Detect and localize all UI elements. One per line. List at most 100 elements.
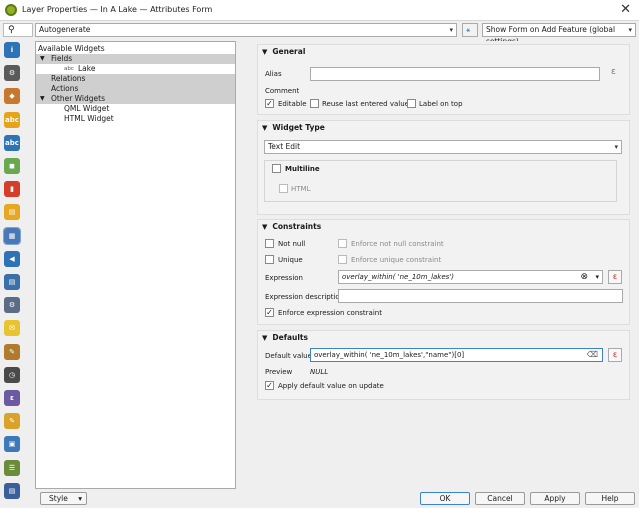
tree-item-other-widgets[interactable]: ▼ Other Widgets <box>36 94 235 104</box>
chevron-down-icon: ▾ <box>78 494 82 503</box>
fields-icon[interactable]: ▤ <box>4 204 20 221</box>
editable-checkbox[interactable]: ✓ <box>265 99 274 108</box>
diagrams-icon[interactable]: ▮ <box>4 181 20 198</box>
label-on-top-checkbox[interactable] <box>407 99 416 108</box>
multiline-label: Multiline <box>285 165 320 173</box>
collapse-icon: ▼ <box>262 48 268 56</box>
alias-label: Alias <box>265 70 282 78</box>
3d-view-icon[interactable]: ◼ <box>4 158 20 174</box>
clear-icon[interactable]: ⊗ <box>580 271 588 283</box>
cancel-button[interactable]: Cancel <box>475 492 525 505</box>
form-suppress-combo[interactable]: Show Form on Add Feature (global setting… <box>482 23 636 46</box>
tree-item-fields-label: Fields <box>51 54 73 63</box>
enforce-not-null-checkbox[interactable] <box>338 239 347 248</box>
attributes-form-icon[interactable]: ▦ <box>3 226 21 245</box>
legend-icon[interactable]: ☰ <box>4 459 20 476</box>
available-widgets-tree[interactable]: Available Widgets ▼ Fields abc Lake Rela… <box>35 41 236 489</box>
tree-item-relations-label: Relations <box>51 74 86 83</box>
label-on-top-label: Label on top <box>419 100 463 108</box>
constraint-expression-value: overlay_within( 'ne_10m_lakes') <box>342 273 454 281</box>
expression-label: Expression <box>265 274 303 282</box>
enforce-unique-checkbox[interactable] <box>338 255 347 264</box>
python-init-button[interactable]: ⚹ <box>462 23 478 37</box>
information-icon[interactable]: i <box>4 42 20 58</box>
display-icon[interactable]: ✉ <box>4 320 20 337</box>
source-settings-icon[interactable]: ⚙ <box>4 65 20 82</box>
close-icon[interactable]: ✕ <box>620 2 631 17</box>
symbology-icon[interactable]: ◆ <box>4 88 20 105</box>
enforce-expression-checkbox[interactable]: ✓ <box>265 308 274 317</box>
masks-icon[interactable]: abc <box>4 134 20 151</box>
joins-icon[interactable]: ◀ <box>4 250 20 267</box>
rendering-icon[interactable]: ✎ <box>4 343 20 360</box>
apply-on-update-label: Apply default value on update <box>278 382 384 390</box>
reuse-last-checkbox[interactable] <box>310 99 319 108</box>
properties-sidebar: ⚲ i ⚙ ◆ abc abc ◼ ▮ ▤ ▦ ◀ ▤ ⚙ ✉ ✎ ◷ ε ✎ ▣ ☰ ▤ <box>0 21 34 508</box>
tree-item-field[interactable]: abc Lake <box>36 64 235 74</box>
sidebar-search-input[interactable]: ⚲ <box>3 23 33 37</box>
default-expression-builder-button[interactable]: ε <box>608 348 622 362</box>
constraint-expression-input[interactable]: overlay_within( 'ne_10m_lakes') ⊗ ▾ <box>338 270 603 284</box>
title-bar: Layer Properties — In A Lake — Attribute… <box>0 0 639 21</box>
window-title: Layer Properties — In A Lake — Attribute… <box>22 5 213 14</box>
tree-item-qml-widget[interactable]: QML Widget <box>36 104 235 114</box>
expression-icon[interactable]: ε <box>611 67 616 77</box>
backspace-clear-icon[interactable]: ⌫ <box>587 349 598 361</box>
expand-icon[interactable]: ▼ <box>40 94 45 104</box>
variables-icon[interactable]: ε <box>4 390 20 406</box>
chevron-down-icon: ▾ <box>449 26 453 34</box>
comment-label: Comment <box>265 87 300 95</box>
defaults-header-label: Defaults <box>272 333 308 342</box>
tree-item-actions-label: Actions <box>51 84 79 93</box>
tree-root[interactable]: Available Widgets <box>38 44 237 54</box>
widget-type-header[interactable]: ▼ Widget Type <box>258 121 325 135</box>
search-icon: ⚲ <box>8 25 15 35</box>
metadata-icon[interactable]: ✎ <box>4 413 20 430</box>
tree-item-actions[interactable]: Actions <box>36 84 235 94</box>
constraints-header[interactable]: ▼ Constraints <box>258 220 321 234</box>
expression-description-input[interactable] <box>338 289 623 303</box>
style-menu-button[interactable]: Style ▾ <box>40 492 87 505</box>
tree-item-html-widget[interactable]: HTML Widget <box>36 114 235 124</box>
enforce-unique-label: Enforce unique constraint <box>351 256 442 264</box>
tree-item-html-label: HTML Widget <box>64 114 114 123</box>
general-header[interactable]: ▼ General <box>258 45 305 59</box>
multiline-checkbox[interactable] <box>272 164 281 173</box>
python-icon: ⚹ <box>466 25 471 34</box>
reuse-last-label: Reuse last entered value <box>322 100 409 108</box>
dependencies-icon[interactable]: ▣ <box>4 436 20 453</box>
widget-type-combo[interactable]: Text Edit ▾ <box>264 140 622 154</box>
labels-icon[interactable]: abc <box>4 111 20 128</box>
qgis-server-icon[interactable]: ▤ <box>4 482 20 499</box>
help-button[interactable]: Help <box>585 492 635 505</box>
ok-button[interactable]: OK <box>420 492 470 505</box>
default-value-label: Default value <box>265 352 312 360</box>
auxiliary-storage-icon[interactable]: ▤ <box>4 274 20 290</box>
enforce-not-null-label: Enforce not null constraint <box>351 240 444 248</box>
defaults-header[interactable]: ▼ Defaults <box>258 331 308 345</box>
apply-button[interactable]: Apply <box>530 492 580 505</box>
collapse-icon: ▼ <box>262 223 268 231</box>
collapse-icon: ▼ <box>262 334 268 342</box>
apply-on-update-checkbox[interactable]: ✓ <box>265 381 274 390</box>
layout-mode-combo[interactable]: Autogenerate ▾ <box>35 23 457 37</box>
temporal-icon[interactable]: ◷ <box>4 366 20 383</box>
editable-label: Editable <box>278 100 307 108</box>
unique-checkbox[interactable] <box>265 255 274 264</box>
html-checkbox[interactable] <box>279 184 288 193</box>
tree-item-relations[interactable]: Relations <box>36 74 235 84</box>
chevron-down-icon: ▾ <box>628 26 632 34</box>
default-value-input[interactable]: overlay_within( 'ne_10m_lakes',"name")[0… <box>310 348 603 362</box>
expression-description-label: Expression description <box>265 293 345 301</box>
actions-icon[interactable]: ⚙ <box>4 297 20 314</box>
style-button-label: Style <box>49 494 68 503</box>
expression-builder-button[interactable]: ε <box>608 270 622 284</box>
tree-item-field-label: Lake <box>78 64 96 73</box>
chevron-down-icon[interactable]: ▾ <box>595 271 599 283</box>
not-null-checkbox[interactable] <box>265 239 274 248</box>
preview-label: Preview <box>265 368 293 376</box>
alias-input[interactable] <box>310 67 600 81</box>
tree-item-fields[interactable]: ▼ Fields <box>36 54 235 64</box>
expand-icon[interactable]: ▼ <box>40 54 45 64</box>
tree-item-qml-label: QML Widget <box>64 104 110 113</box>
